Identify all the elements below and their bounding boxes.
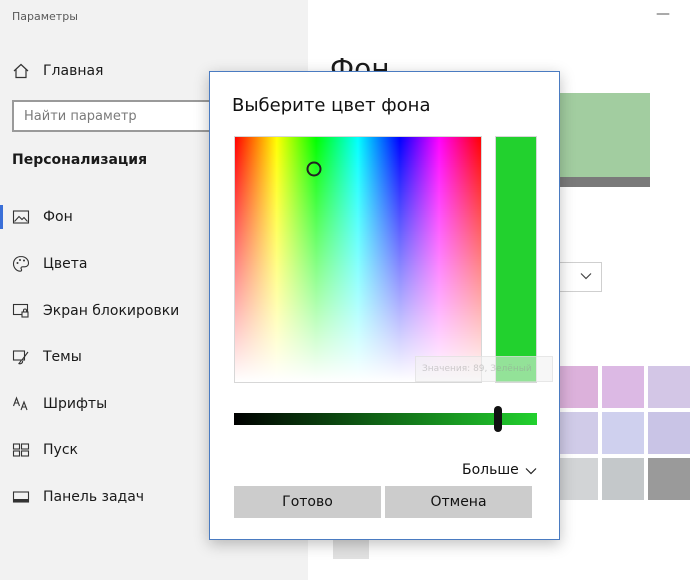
color-swatch[interactable] <box>648 412 690 454</box>
color-swatch-grid <box>556 366 690 500</box>
nav-home-label: Главная <box>43 63 104 79</box>
value-tooltip-text: Значения: 89, Зелёный <box>422 364 532 374</box>
color-swatch[interactable] <box>602 366 644 408</box>
sidebar-item-label: Экран блокировки <box>43 303 180 319</box>
color-cursor[interactable] <box>306 161 322 177</box>
color-swatch[interactable] <box>648 458 690 500</box>
color-swatch[interactable] <box>602 412 644 454</box>
sidebar-item-label: Шрифты <box>43 396 108 412</box>
color-swatch[interactable] <box>556 366 598 408</box>
color-picker-dialog: Выберите цвет фона Значения: 89, Зелёный… <box>209 71 560 540</box>
more-label: Больше <box>462 462 519 478</box>
chevron-down-icon <box>580 273 592 280</box>
themes-brush-icon <box>12 350 29 365</box>
selected-color-preview <box>495 136 537 383</box>
done-button[interactable]: Готово <box>234 486 381 518</box>
brightness-slider-thumb[interactable] <box>493 406 502 432</box>
picture-icon <box>12 210 30 224</box>
sidebar-item-label: Фон <box>43 209 73 225</box>
palette-icon <box>12 255 30 272</box>
taskbar-icon <box>12 491 30 503</box>
lock-screen-icon <box>12 303 29 318</box>
sidebar-item-label: Темы <box>43 349 82 365</box>
brightness-slider[interactable] <box>234 406 537 432</box>
color-swatch[interactable] <box>556 412 598 454</box>
chevron-down-icon <box>525 468 537 475</box>
color-swatch[interactable] <box>648 366 690 408</box>
dialog-title: Выберите цвет фона <box>232 95 431 116</box>
cancel-button[interactable]: Отмена <box>385 486 532 518</box>
fonts-icon <box>12 396 28 411</box>
minimize-button[interactable]: — <box>655 4 671 24</box>
more-toggle[interactable]: Больше <box>462 462 537 478</box>
section-heading: Персонализация <box>12 152 148 168</box>
sidebar-item-label: Цвета <box>43 256 88 272</box>
app-title: Параметры <box>12 10 78 23</box>
start-grid-icon <box>12 443 30 457</box>
value-tooltip: Значения: 89, Зелёный <box>415 356 553 382</box>
color-swatch[interactable] <box>602 458 644 500</box>
sidebar-item-label: Пуск <box>43 442 78 458</box>
color-spectrum[interactable] <box>234 136 482 383</box>
custom-color-button[interactable] <box>333 539 369 559</box>
home-icon <box>13 63 29 79</box>
sidebar-item-label: Панель задач <box>43 489 145 505</box>
color-swatch[interactable] <box>556 458 598 500</box>
